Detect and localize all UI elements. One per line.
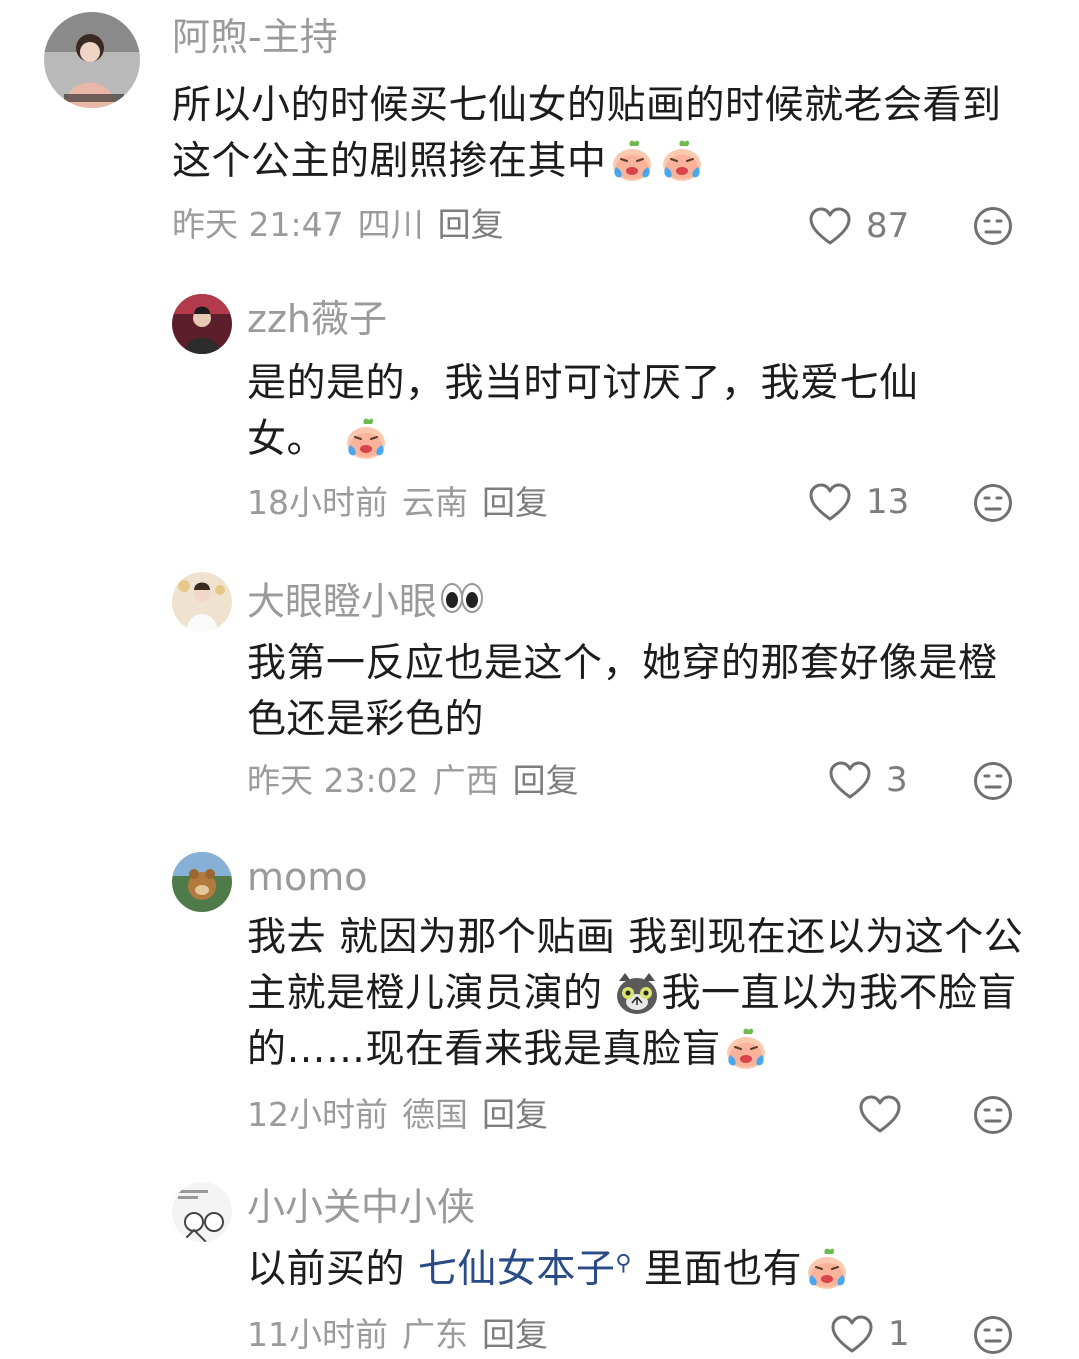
like-button[interactable]: 13	[808, 482, 909, 522]
like-button[interactable]: 3	[828, 760, 908, 800]
neutral-face-icon[interactable]	[973, 483, 1013, 523]
like-button[interactable]: 1	[830, 1314, 910, 1354]
username[interactable]: zzh薇子	[247, 300, 387, 338]
crying-peach-emoji	[608, 137, 656, 185]
comment-region: 广西	[432, 761, 499, 800]
avatar-image	[172, 852, 232, 912]
like-count: 13	[866, 482, 910, 522]
username[interactable]: 大眼瞪小眼	[247, 580, 487, 628]
comment-meta: 18小时前 云南 回复	[247, 486, 562, 519]
avatar[interactable]	[172, 852, 232, 912]
like-count: 3	[886, 760, 908, 800]
comment: 阿煦-主持 所以小的时候买七仙女的贴画的时候就老会看到这个公主的剧照掺在其中 昨…	[0, 0, 1079, 270]
like-count: 87	[866, 206, 910, 246]
username[interactable]: 阿煦-主持	[172, 18, 338, 56]
comment: 小小关中小侠 以前买的 七仙女本子⚲ 里面也有 11小时前 广东 回复 1	[0, 1170, 1079, 1359]
comment-text: 是的是的，我当时可讨厌了，我爱七仙女。	[247, 356, 977, 468]
eyes-emoji	[438, 574, 486, 622]
comment-region: 四川	[357, 205, 424, 244]
comment-meta: 昨天 23:02 广西 回复	[247, 764, 593, 797]
crying-peach-emoji	[658, 137, 706, 185]
like-button[interactable]	[858, 1094, 916, 1134]
crying-peach-emoji	[342, 415, 390, 463]
crying-peach-emoji	[722, 1025, 770, 1073]
grey-cat-emoji	[613, 969, 661, 1017]
comment-text-part: 所以小的时候买七仙女的贴画的时候就老会看到这个公主的剧照掺在其中	[172, 83, 1002, 184]
reply-button[interactable]: 回复	[482, 1095, 548, 1134]
heart-outline-icon	[830, 1314, 874, 1354]
comment-text: 以前买的 七仙女本子⚲ 里面也有	[247, 1242, 1037, 1298]
avatar[interactable]	[44, 12, 140, 108]
comment-region: 云南	[402, 483, 468, 522]
crying-peach-emoji	[803, 1245, 851, 1293]
comment: 大眼瞪小眼 我第一反应也是这个，她穿的那套好像是橙色还是彩色的 昨天 23:02…	[0, 550, 1079, 830]
comment-region: 广东	[402, 1315, 468, 1354]
username[interactable]: 小小关中小侠	[247, 1188, 475, 1226]
comment-time: 昨天 23:02	[247, 761, 419, 800]
comment-meta: 昨天 21:47 四川 回复	[172, 208, 518, 241]
comment-time: 昨天 21:47	[172, 205, 344, 244]
comment-time: 18小时前	[247, 483, 388, 522]
reply-button[interactable]: 回复	[513, 761, 579, 800]
reply-button[interactable]: 回复	[482, 1315, 548, 1354]
comment-time: 12小时前	[247, 1095, 388, 1134]
username[interactable]: momo	[247, 858, 368, 896]
avatar-image	[44, 12, 140, 108]
heart-outline-icon	[828, 760, 872, 800]
comment-text-part: 以前买的	[247, 1247, 418, 1292]
comment-text: 我去 就因为那个贴画 我到现在还以为这个公主就是橙儿演员演的 我一直以为我不脸盲的…	[247, 910, 1037, 1078]
avatar-image	[172, 1182, 232, 1242]
comment-meta: 12小时前 德国 回复	[247, 1098, 562, 1131]
avatar[interactable]	[172, 572, 232, 632]
heart-outline-icon	[808, 206, 852, 246]
comment-meta: 11小时前 广东 回复	[247, 1318, 562, 1351]
comment-text-part: 我第一反应也是这个，她穿的那套好像是橙色还是彩色的	[247, 641, 998, 742]
avatar[interactable]	[172, 1182, 232, 1242]
neutral-face-icon[interactable]	[973, 1315, 1013, 1355]
like-count: 1	[888, 1314, 910, 1354]
neutral-face-icon[interactable]	[973, 206, 1013, 246]
like-button[interactable]: 87	[808, 206, 909, 246]
reply-button[interactable]: 回复	[482, 483, 548, 522]
comment: zzh薇子 是的是的，我当时可讨厌了，我爱七仙女。 18小时前 云南 回复 13	[0, 270, 1079, 550]
username-text[interactable]: 大眼瞪小眼	[247, 580, 437, 624]
neutral-face-icon[interactable]	[973, 1095, 1013, 1135]
comment: momo 我去 就因为那个贴画 我到现在还以为这个公主就是橙儿演员演的 我一直以为…	[0, 830, 1079, 1170]
heart-outline-icon	[808, 482, 852, 522]
reply-button[interactable]: 回复	[438, 205, 504, 244]
search-icon[interactable]: ⚲	[615, 1251, 632, 1276]
comment-text: 我第一反应也是这个，她穿的那套好像是橙色还是彩色的	[247, 636, 1017, 748]
avatar[interactable]	[172, 294, 232, 354]
avatar-image	[172, 294, 232, 354]
avatar-image	[172, 572, 232, 632]
comment-text-part: 里面也有	[644, 1247, 803, 1292]
neutral-face-icon[interactable]	[973, 761, 1013, 801]
heart-outline-icon	[858, 1094, 902, 1134]
comment-region: 德国	[402, 1095, 468, 1134]
comment-text: 所以小的时候买七仙女的贴画的时候就老会看到这个公主的剧照掺在其中	[172, 78, 1032, 190]
comment-time: 11小时前	[247, 1315, 388, 1354]
search-link[interactable]: 七仙女本子	[418, 1247, 616, 1292]
